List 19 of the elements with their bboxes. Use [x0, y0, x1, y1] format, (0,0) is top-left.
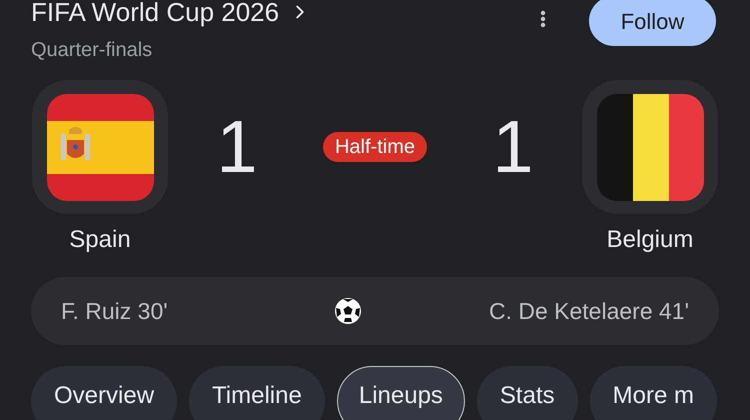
team-name: Spain: [69, 226, 131, 254]
more-options-icon[interactable]: [539, 10, 547, 28]
team-name: Belgium: [606, 226, 694, 254]
tab[interactable]: More m: [590, 366, 717, 420]
belgium-flag-icon: [596, 94, 704, 200]
match-status-badge: Half-time: [322, 132, 427, 162]
tab[interactable]: Timeline: [189, 366, 325, 420]
tab[interactable]: Overview: [31, 366, 178, 420]
away-score: 1: [492, 107, 534, 187]
home-goal-scorer: F. Ruiz 30': [61, 296, 168, 326]
soccer-ball-icon: [334, 297, 362, 325]
round-label: Quarter-finals: [31, 38, 154, 62]
tab[interactable]: Lineups: [336, 366, 465, 420]
tab[interactable]: Stats: [476, 366, 578, 420]
away-goal-scorer: C. De Ketelaere 41': [488, 296, 689, 326]
competition-title[interactable]: FIFA World Cup 2026: [31, 0, 280, 28]
home-score: 1: [216, 107, 258, 187]
follow-button[interactable]: Follow: [589, 0, 716, 46]
spain-flag-icon: [46, 94, 154, 200]
